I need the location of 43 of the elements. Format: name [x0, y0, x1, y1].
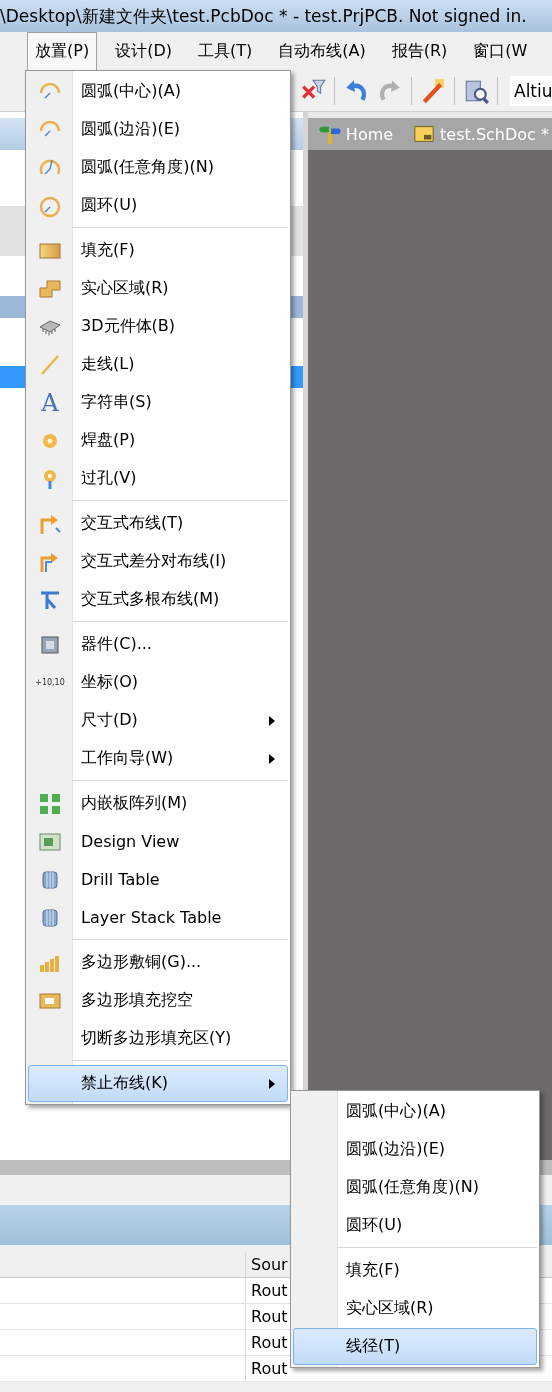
menu-item[interactable]: 3D元件体(B): [28, 308, 288, 345]
window-title: \Desktop\新建文件夹\test.PcbDoc * - test.PrjPCB. Not signed in.: [0, 0, 552, 32]
menu-item[interactable]: 线径(T): [293, 1328, 537, 1365]
menu-bar-item[interactable]: 设计(D): [107, 32, 180, 70]
menu-item[interactable]: 焊盘(P): [28, 422, 288, 459]
menu-item[interactable]: 圆环(U): [293, 1207, 537, 1244]
menu-item[interactable]: 切断多边形填充区(Y): [28, 1020, 288, 1057]
menu-item[interactable]: 交互式差分对布线(I): [28, 543, 288, 580]
menu-item[interactable]: 圆弧(中心)(A): [28, 73, 288, 110]
menu-item[interactable]: 实心区域(R): [293, 1290, 537, 1327]
menu-item[interactable]: 器件(C)...: [28, 626, 288, 663]
menu-item[interactable]: 圆弧(边沿)(E): [28, 111, 288, 148]
menu-item[interactable]: Layer Stack Table: [28, 899, 288, 936]
menu-item[interactable]: 禁止布线(K): [28, 1065, 288, 1102]
coordinate-icon: +10,10: [35, 678, 65, 687]
menu-item[interactable]: 交互式多根布线(M): [28, 581, 288, 618]
menu-item[interactable]: +10,10 坐标(O): [28, 664, 288, 701]
menu-item[interactable]: 工作向导(W): [28, 740, 288, 777]
menu-item[interactable]: A 字符串(S): [28, 384, 288, 421]
menu-item[interactable]: Design View: [28, 823, 288, 860]
menu-bar-item[interactable]: 放置(P): [27, 32, 98, 70]
menu-item[interactable]: 尺寸(D): [28, 702, 288, 739]
menu-item[interactable]: 圆弧(中心)(A): [293, 1093, 537, 1130]
menu-bar-item[interactable]: 自动布线(A): [270, 32, 374, 70]
menu-item[interactable]: Drill Table: [28, 861, 288, 898]
search-field[interactable]: Altiu: [510, 75, 552, 106]
menu-item[interactable]: 圆弧(任意角度)(N): [293, 1169, 537, 1206]
menu-item[interactable]: 填充(F): [28, 232, 288, 269]
menu-item[interactable]: 圆弧(边沿)(E): [293, 1131, 537, 1168]
menu-item[interactable]: 过孔(V): [28, 460, 288, 497]
menu-item[interactable]: 多边形填充挖空: [28, 982, 288, 1019]
letter-icon: A: [41, 390, 59, 415]
menu-item[interactable]: 交互式布线(T): [28, 505, 288, 542]
menu-bar-item[interactable]: 窗口(W: [465, 32, 536, 70]
menu-bar-item[interactable]: 工具(T): [189, 32, 261, 70]
menu-item[interactable]: 实心区域(R): [28, 270, 288, 307]
menu-bar-item[interactable]: 报告(R): [383, 32, 456, 70]
menu-item[interactable]: 内嵌板阵列(M): [28, 785, 288, 822]
menu-item[interactable]: 圆环(U): [28, 187, 288, 224]
menu-item[interactable]: 走线(L): [28, 346, 288, 383]
menu-item[interactable]: 圆弧(任意角度)(N): [28, 149, 288, 186]
menu-item[interactable]: 填充(F): [293, 1252, 537, 1289]
menu-item[interactable]: 多边形敷铜(G)...: [28, 944, 288, 981]
